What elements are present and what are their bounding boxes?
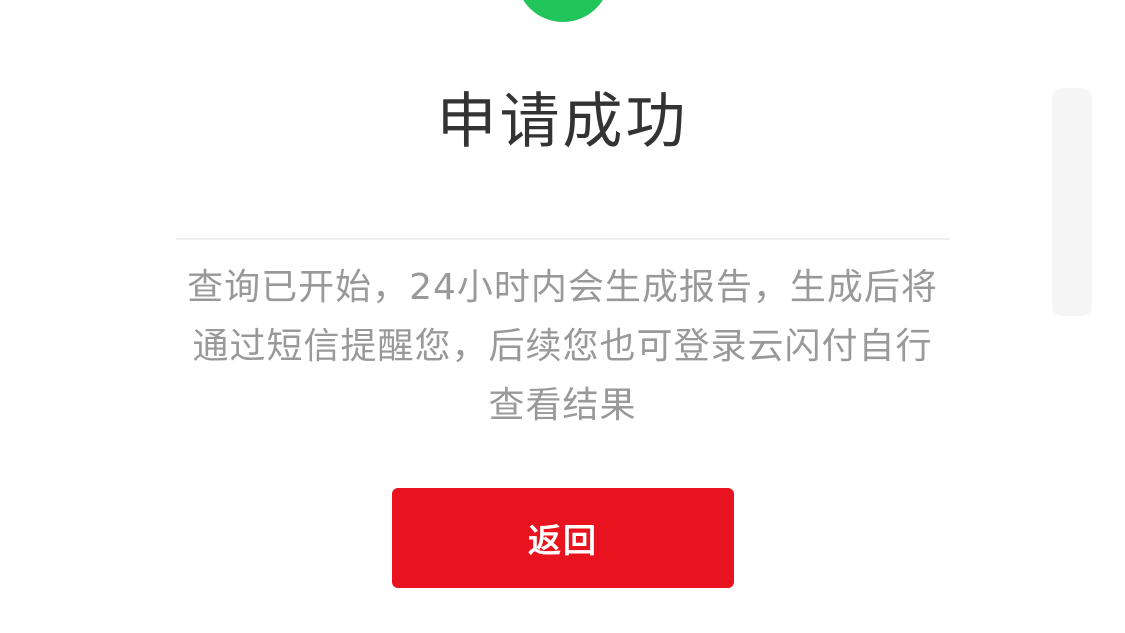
- divider: [176, 238, 950, 240]
- application-result-screen: 申请成功 查询已开始，24小时内会生成报告，生成后将通过短信提醒您，后续您也可登…: [0, 0, 1125, 633]
- page-title: 申请成功: [436, 87, 689, 157]
- success-check-icon: [516, 0, 610, 22]
- back-button[interactable]: 返回: [392, 488, 734, 588]
- side-card-edge: [1052, 88, 1092, 316]
- result-message: 查询已开始，24小时内会生成报告，生成后将通过短信提醒您，后续您也可登录云闪付自…: [187, 267, 938, 426]
